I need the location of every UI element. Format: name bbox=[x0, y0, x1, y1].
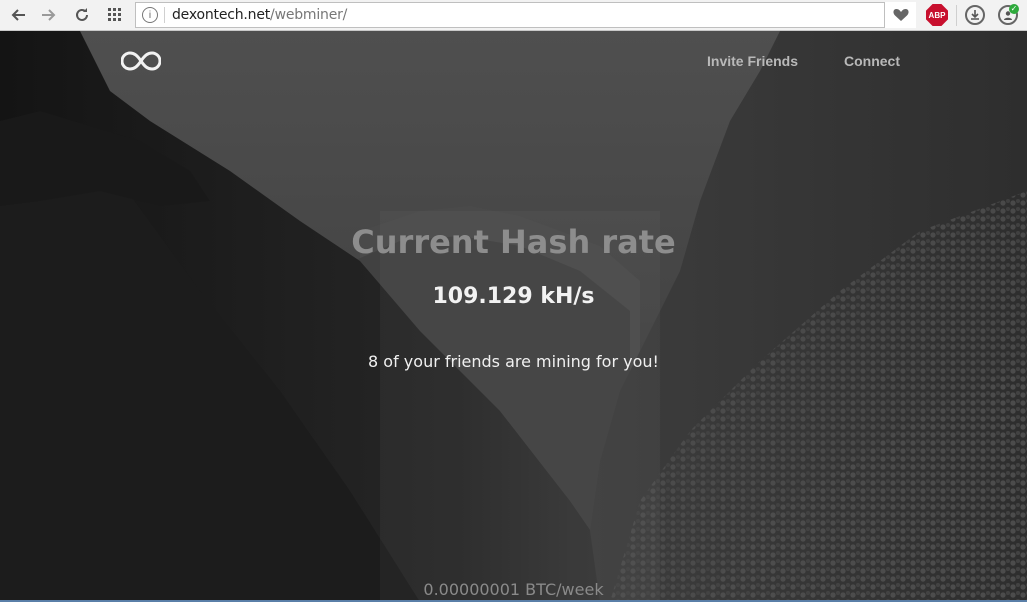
profile-extension-icon[interactable]: ✓ bbox=[998, 4, 1019, 25]
download-icon[interactable] bbox=[965, 5, 985, 25]
hash-rate-title: Current Hash rate bbox=[351, 223, 676, 261]
friends-mining-message: 8 of your friends are mining for you! bbox=[368, 352, 659, 371]
url-text[interactable]: dexontech.net/webminer/ bbox=[172, 7, 347, 23]
site-info-icon[interactable]: i bbox=[142, 7, 158, 23]
webminer-page: Invite Friends Connect Current Hash rate… bbox=[0, 31, 1027, 602]
btc-earn-rate: 0.00000001 BTC/week bbox=[423, 580, 604, 599]
back-icon[interactable] bbox=[7, 4, 29, 26]
hash-rate-value: 109.129 kH/s bbox=[432, 284, 595, 309]
url-domain: dexontech.net bbox=[172, 7, 271, 23]
mountain-background-image bbox=[0, 31, 1027, 602]
infinity-icon[interactable] bbox=[121, 49, 161, 73]
nav-invite-friends[interactable]: Invite Friends bbox=[707, 53, 798, 69]
adblock-icon[interactable]: ABP bbox=[926, 4, 948, 26]
heart-icon[interactable] bbox=[884, 2, 916, 28]
browser-toolbar: i dexontech.net/webminer/ ABP ✓ bbox=[0, 0, 1027, 31]
check-badge-icon: ✓ bbox=[1009, 4, 1019, 14]
apps-grid-icon[interactable] bbox=[104, 4, 126, 26]
forward-icon[interactable] bbox=[38, 4, 60, 26]
address-divider bbox=[164, 7, 165, 23]
address-bar[interactable]: i dexontech.net/webminer/ bbox=[135, 2, 915, 28]
reload-icon[interactable] bbox=[71, 4, 93, 26]
toolbar-divider bbox=[956, 5, 957, 26]
url-path: /webminer/ bbox=[270, 7, 348, 23]
nav-connect[interactable]: Connect bbox=[844, 53, 900, 69]
